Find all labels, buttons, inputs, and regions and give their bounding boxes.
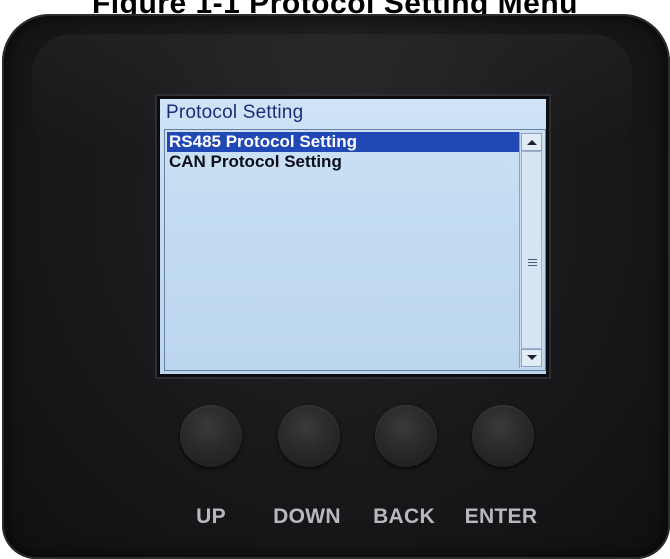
scroll-down-button[interactable]	[521, 349, 542, 367]
enter-button-label: ENTER	[464, 505, 538, 528]
menu-list: RS485 Protocol Setting CAN Protocol Sett…	[164, 129, 546, 371]
down-button-label: DOWN	[273, 505, 341, 528]
scrollbar[interactable]	[519, 132, 543, 368]
back-button-label: BACK	[373, 505, 435, 528]
arrow-down-icon	[527, 355, 537, 360]
enter-button[interactable]	[472, 405, 534, 467]
menu-item-rs485-protocol-setting[interactable]: RS485 Protocol Setting	[167, 132, 520, 152]
menu-item-can-protocol-setting[interactable]: CAN Protocol Setting	[167, 152, 520, 172]
scroll-grip-icon	[528, 259, 537, 260]
arrow-up-icon	[527, 140, 537, 145]
lcd-screen: Protocol Setting RS485 Protocol Setting …	[155, 94, 551, 379]
up-button[interactable]	[180, 405, 242, 467]
scroll-grip-icon	[528, 265, 537, 266]
down-button[interactable]	[278, 405, 340, 467]
scroll-up-button[interactable]	[521, 133, 542, 151]
page: Figure 1-1 Protocol Setting Menu Protoco…	[0, 0, 670, 559]
screen-title: Protocol Setting	[166, 102, 304, 123]
scroll-thumb[interactable]	[521, 151, 542, 349]
scroll-grip-icon	[528, 262, 537, 263]
back-button[interactable]	[375, 405, 437, 467]
lcd-display: Protocol Setting RS485 Protocol Setting …	[160, 99, 546, 374]
up-button-label: UP	[196, 505, 226, 528]
